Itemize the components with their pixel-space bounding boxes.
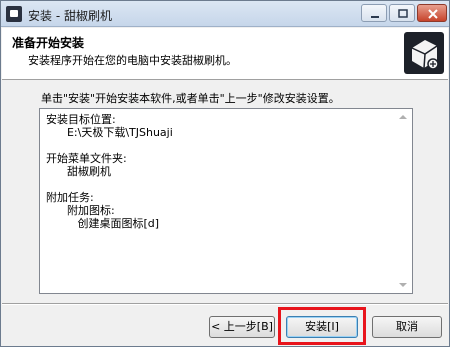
memo-line: 创建桌面图标[d]	[46, 217, 160, 230]
memo-line: 附加任务:	[46, 191, 94, 204]
app-icon	[6, 6, 22, 22]
memo-line: 附加图标:	[46, 204, 115, 217]
minimize-icon	[371, 16, 379, 18]
scroll-up-icon[interactable]	[399, 115, 407, 119]
memo-line	[46, 178, 396, 191]
memo-line: 开始菜单文件夹:	[46, 152, 127, 165]
page-subtitle: 安装程序开始在您的电脑中安装甜椒刷机。	[28, 54, 237, 67]
cancel-button[interactable]: 取消	[372, 316, 442, 338]
install-summary-memo[interactable]: 安装目标位置: E:\天极下载\TJShuaji 开始菜单文件夹: 甜椒刷机 附…	[39, 108, 413, 294]
maximize-icon	[398, 9, 408, 18]
install-button-highlight	[278, 307, 366, 345]
scroll-down-icon[interactable]	[399, 283, 407, 287]
footer-divider	[2, 303, 448, 305]
close-icon	[428, 9, 438, 19]
maximize-button[interactable]	[389, 4, 415, 22]
back-button[interactable]: < 上一步[B]	[209, 316, 275, 338]
memo-content: 安装目标位置: E:\天极下载\TJShuaji 开始菜单文件夹: 甜椒刷机 附…	[46, 113, 396, 230]
close-button[interactable]	[417, 4, 447, 22]
page-title: 准备开始安装	[12, 36, 85, 50]
minimize-button[interactable]	[361, 4, 387, 22]
installer-logo-icon	[404, 32, 444, 74]
memo-line: E:\天极下载\TJShuaji	[46, 126, 173, 139]
title-bar[interactable]: 安装 - 甜椒刷机	[1, 1, 449, 27]
memo-line: 安装目标位置:	[46, 113, 116, 126]
wizard-header: 准备开始安装 安装程序开始在您的电脑中安装甜椒刷机。	[2, 28, 448, 80]
memo-line	[46, 139, 396, 152]
vertical-scrollbar[interactable]	[395, 109, 412, 293]
instruction-text: 单击"安装"开始安装本软件,或者单击"上一步"修改安装设置。	[41, 92, 340, 105]
memo-line: 甜椒刷机	[46, 165, 111, 178]
window-title: 安装 - 甜椒刷机	[28, 9, 112, 23]
installer-window: 安装 - 甜椒刷机 准备开始安装 安装程序开始在您的电脑中安装甜椒刷机。 单击"…	[0, 0, 450, 347]
